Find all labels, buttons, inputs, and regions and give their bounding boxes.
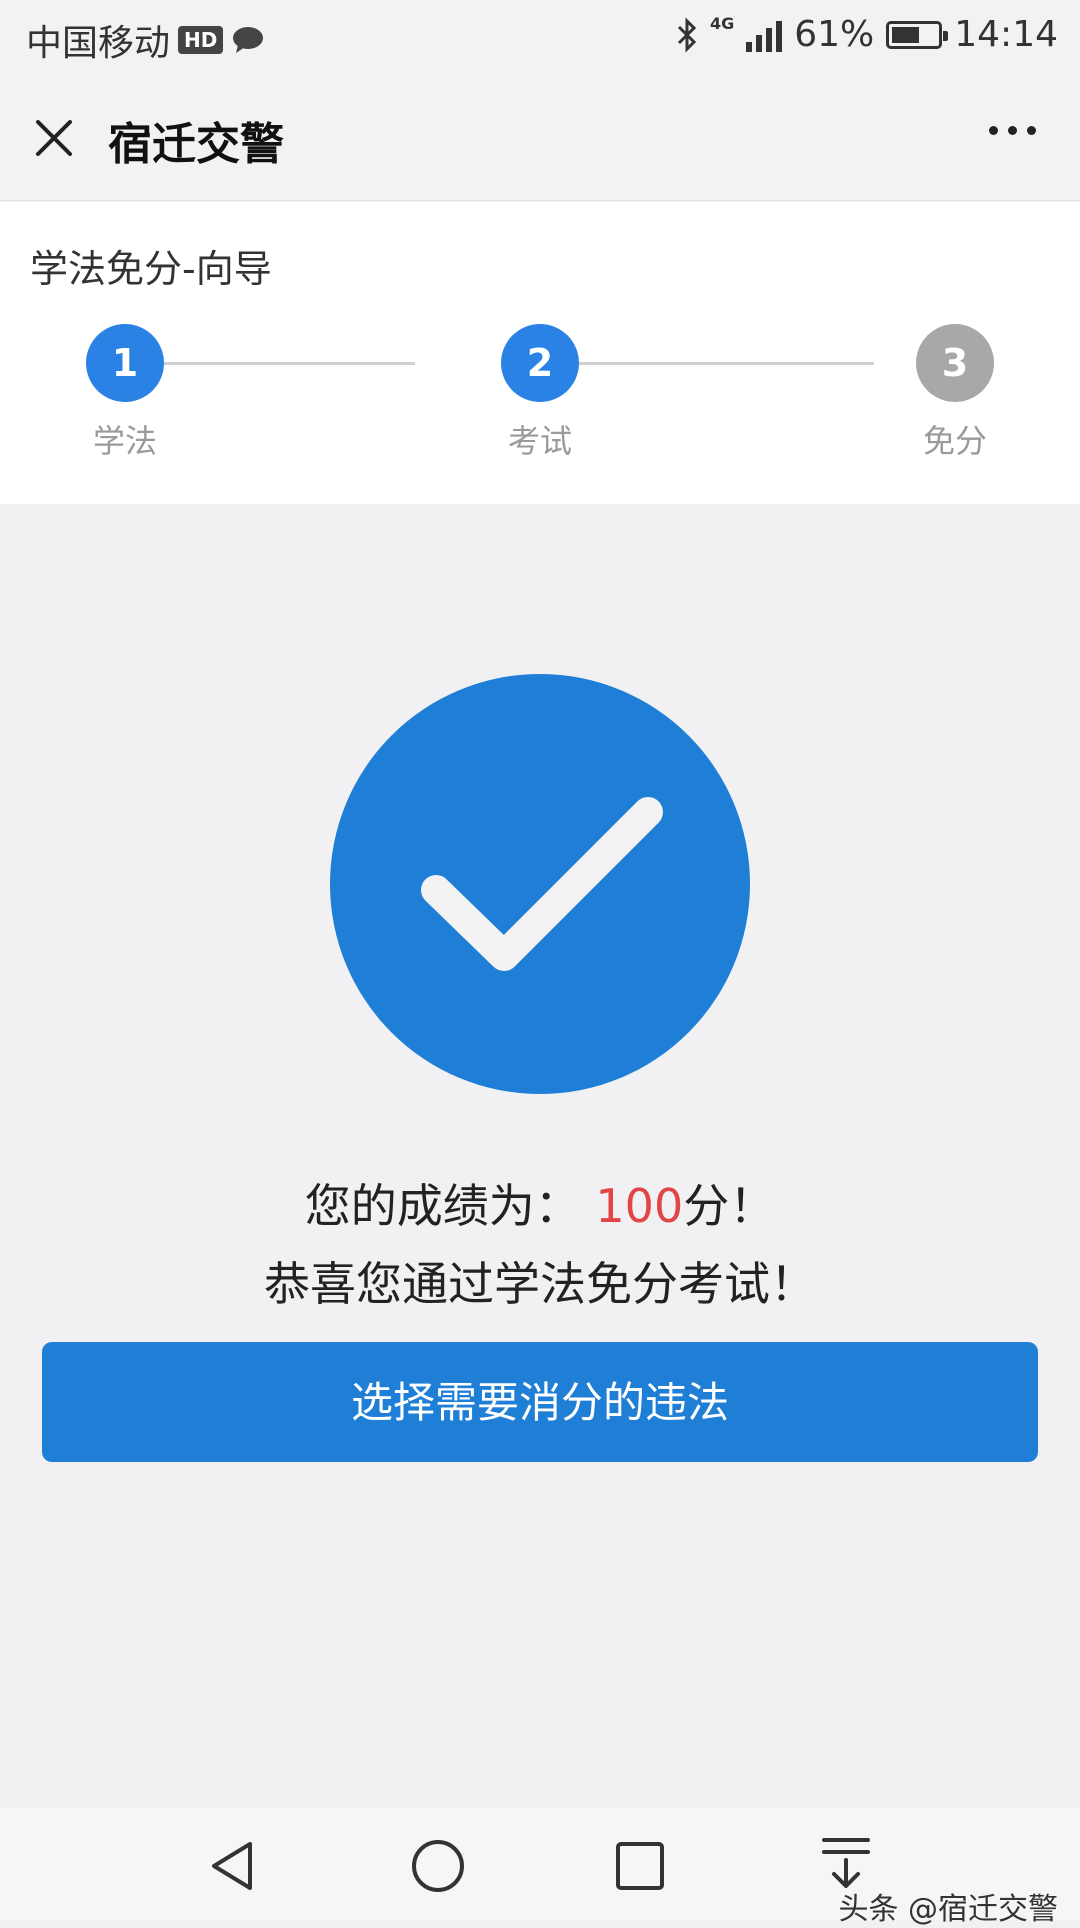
battery-fill	[892, 26, 920, 43]
signal-strength-icon	[746, 18, 783, 52]
success-check-icon	[330, 674, 750, 1094]
congrats-message: 恭喜您通过学法免分考试！	[264, 1257, 816, 1311]
close-icon[interactable]	[30, 114, 78, 162]
wizard-card: 学法免分-向导 1 学法 2 考试 3 免分	[0, 202, 1080, 504]
page-title: 宿迁交警	[108, 119, 284, 170]
step-number: 3	[916, 324, 994, 402]
select-violation-button[interactable]: 选择需要消分的违法	[42, 1342, 1038, 1462]
recents-icon[interactable]	[614, 1840, 666, 1892]
more-options-icon[interactable]	[989, 126, 1036, 135]
score-value: 100	[595, 1179, 684, 1233]
step-connector	[578, 362, 874, 365]
step-exempt: 3 免分	[875, 324, 1035, 462]
step-label: 学法	[92, 422, 157, 460]
score-prefix: 您的成绩为：	[304, 1179, 581, 1233]
step-label: 考试	[507, 422, 572, 460]
step-number: 1	[86, 324, 164, 402]
message-icon	[233, 27, 264, 53]
status-left: 中国移动 HD	[26, 14, 265, 66]
battery-percent: 61%	[794, 14, 875, 55]
score-suffix: 分！	[683, 1179, 776, 1233]
network-type: 4G	[709, 14, 735, 33]
bluetooth-icon	[677, 16, 697, 53]
score-line: 您的成绩为： 100分！	[0, 1170, 1080, 1236]
step-learn: 1 学法	[45, 324, 205, 462]
battery-icon	[886, 20, 949, 49]
status-right: 4G 61% 14:14	[676, 14, 1058, 55]
nav-bar: 宿迁交警	[0, 78, 1080, 201]
carrier-name: 中国移动	[26, 23, 171, 64]
home-icon[interactable]	[410, 1838, 466, 1894]
wizard-title: 学法免分-向导	[30, 247, 272, 291]
step-exam: 2 考试	[460, 324, 620, 462]
status-bar: 中国移动 HD 4G 61% 14:14	[0, 0, 1080, 78]
watermark: 头条 @宿迁交警	[838, 1892, 1058, 1927]
step-number: 2	[501, 324, 579, 402]
hd-badge: HD	[178, 26, 224, 54]
step-label: 免分	[922, 422, 987, 460]
back-icon[interactable]	[206, 1838, 258, 1894]
clock: 14:14	[954, 14, 1058, 55]
